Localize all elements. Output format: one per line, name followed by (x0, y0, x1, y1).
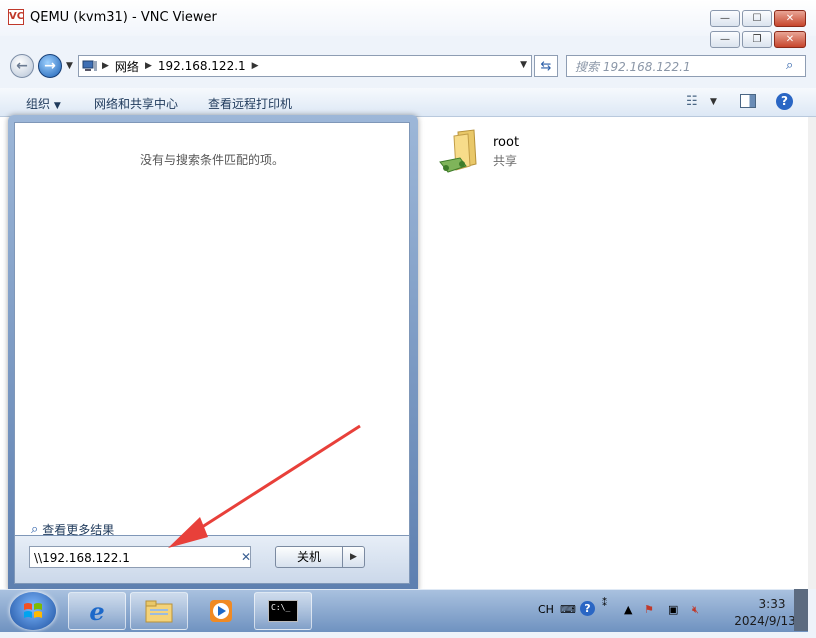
folder-icon (145, 600, 173, 623)
command-prompt-icon: C:\_ (268, 600, 298, 622)
navigation-bar: ← → ▼ ▶ 网络 ▶ 192.168.122.1 ▶ ▼ ⇆ 搜索 192.… (0, 52, 816, 84)
back-arrow-icon: ← (16, 58, 28, 74)
keyboard-icon[interactable]: ⌨ (560, 603, 576, 616)
media-player-icon (210, 600, 232, 622)
network-sharing-center-button[interactable]: 网络和共享中心 (94, 95, 178, 112)
help-icon[interactable]: ? (776, 93, 793, 110)
search-icon: ⌕ (31, 522, 39, 537)
search-results-list: 没有与搜索条件匹配的项。 ⌕ 查看更多结果 (14, 122, 410, 537)
organize-label: 组织 (26, 97, 51, 111)
start-button[interactable] (10, 592, 56, 630)
search-input[interactable]: 搜索 192.168.122.1 (566, 55, 806, 77)
taskbar: e C:\_ CH ⌨ ? ⁑ ▲ ⚑ ▣ 🔇︎ 3:33 2024/9/13 (0, 589, 808, 632)
folder-item-root[interactable]: root 共享 (438, 128, 558, 178)
vnc-window: VC QEMU (kvm31) - VNC Viewer — ☐ ✕ — ❐ ✕… (0, 0, 816, 638)
restore-icon: ❐ (752, 34, 762, 45)
shutdown-options-button[interactable]: ▶ (343, 546, 365, 568)
address-bar[interactable]: ▶ 网络 ▶ 192.168.122.1 ▶ ▼ (78, 55, 532, 77)
address-dropdown-icon[interactable]: ▼ (520, 60, 527, 70)
preview-pane-icon[interactable] (740, 94, 756, 108)
forward-arrow-icon: → (44, 58, 56, 74)
history-dropdown-icon[interactable]: ▼ (66, 61, 73, 71)
start-menu-bottom-bar: \\192.168.122.1 ✕ 关机 ▶ (14, 536, 410, 584)
back-button[interactable]: ← (10, 54, 34, 78)
taskbar-file-explorer[interactable] (130, 592, 188, 630)
start-search-input[interactable]: \\192.168.122.1 (29, 546, 251, 568)
internet-explorer-icon: e (89, 596, 105, 626)
folder-status: 共享 (493, 154, 518, 168)
computer-icon (82, 60, 97, 71)
refresh-icon: ⇆ (540, 58, 552, 74)
folder-name: root (493, 135, 520, 150)
vnc-app-icon: VC (8, 9, 24, 25)
help-icon[interactable]: ? (580, 601, 595, 616)
breadcrumb-separator-icon[interactable]: ▶ (102, 61, 109, 71)
network-icon[interactable]: ▣ (668, 603, 678, 616)
taskbar-internet-explorer[interactable]: e (68, 592, 126, 630)
explorer-close-button[interactable]: ✕ (774, 31, 806, 48)
minimize-icon: — (720, 13, 730, 24)
forward-button[interactable]: → (38, 54, 62, 78)
close-button[interactable]: ✕ (774, 10, 806, 27)
breadcrumb-network[interactable]: 网络 (115, 58, 139, 75)
explorer-minimize-button[interactable]: — (710, 31, 740, 48)
shutdown-button[interactable]: 关机 (275, 546, 343, 568)
close-icon: ✕ (785, 13, 795, 24)
clear-search-icon[interactable]: ✕ (241, 550, 251, 564)
view-remote-printers-button[interactable]: 查看远程打印机 (208, 95, 292, 112)
no-results-message: 没有与搜索条件匹配的项。 (139, 153, 284, 167)
window-title: QEMU (kvm31) - VNC Viewer (30, 10, 217, 25)
taskbar-media-player[interactable] (192, 592, 250, 630)
system-tray: CH ⌨ ? ⁑ ▲ ⚑ ▣ 🔇︎ 3:33 2024/9/13 (534, 592, 808, 630)
vnc-vertical-scrollbar[interactable] (808, 117, 816, 589)
clock-time[interactable]: 3:33 (742, 597, 802, 611)
breadcrumb-separator-icon[interactable]: ▶ (252, 61, 259, 71)
chevron-down-icon: ▼ (53, 101, 61, 111)
shared-folder-icon (439, 129, 477, 173)
refresh-button[interactable]: ⇆ (534, 55, 558, 77)
chevron-right-icon: ▶ (350, 552, 357, 562)
show-desktop-button[interactable] (794, 589, 808, 631)
organize-menu[interactable]: 组织 ▼ (26, 95, 61, 112)
input-language[interactable]: CH (538, 603, 554, 616)
ime-options-icon[interactable]: ⁑ (602, 598, 607, 609)
close-icon: ✕ (785, 34, 795, 45)
search-icon[interactable]: ⌕ (786, 58, 793, 73)
explorer-restore-button[interactable]: ❐ (742, 31, 772, 48)
command-toolbar: 组织 ▼ 网络和共享中心 查看远程打印机 ☷ ▼ ? (0, 88, 816, 117)
taskbar-command-prompt[interactable]: C:\_ (254, 592, 312, 630)
minimize-button[interactable]: — (710, 10, 740, 27)
breadcrumb-host[interactable]: 192.168.122.1 (158, 59, 246, 73)
maximize-button[interactable]: ☐ (742, 10, 772, 27)
vnc-titlebar[interactable]: VC QEMU (kvm31) - VNC Viewer — ☐ ✕ — ❐ ✕ (0, 0, 816, 48)
breadcrumb-separator-icon[interactable]: ▶ (145, 61, 152, 71)
start-menu-panel: 没有与搜索条件匹配的项。 ⌕ 查看更多结果 \\192.168.122.1 ✕ … (8, 115, 418, 591)
minimize-icon: — (720, 34, 730, 45)
windows-logo-icon (24, 603, 42, 618)
view-options-icon[interactable]: ☷ (686, 94, 698, 109)
volume-muted-icon[interactable]: 🔇︎ (692, 603, 699, 617)
action-center-icon[interactable]: ⚑ (644, 603, 654, 616)
maximize-icon: ☐ (752, 13, 762, 24)
show-hidden-icons-icon[interactable]: ▲ (624, 603, 632, 616)
chevron-down-icon[interactable]: ▼ (710, 97, 717, 107)
